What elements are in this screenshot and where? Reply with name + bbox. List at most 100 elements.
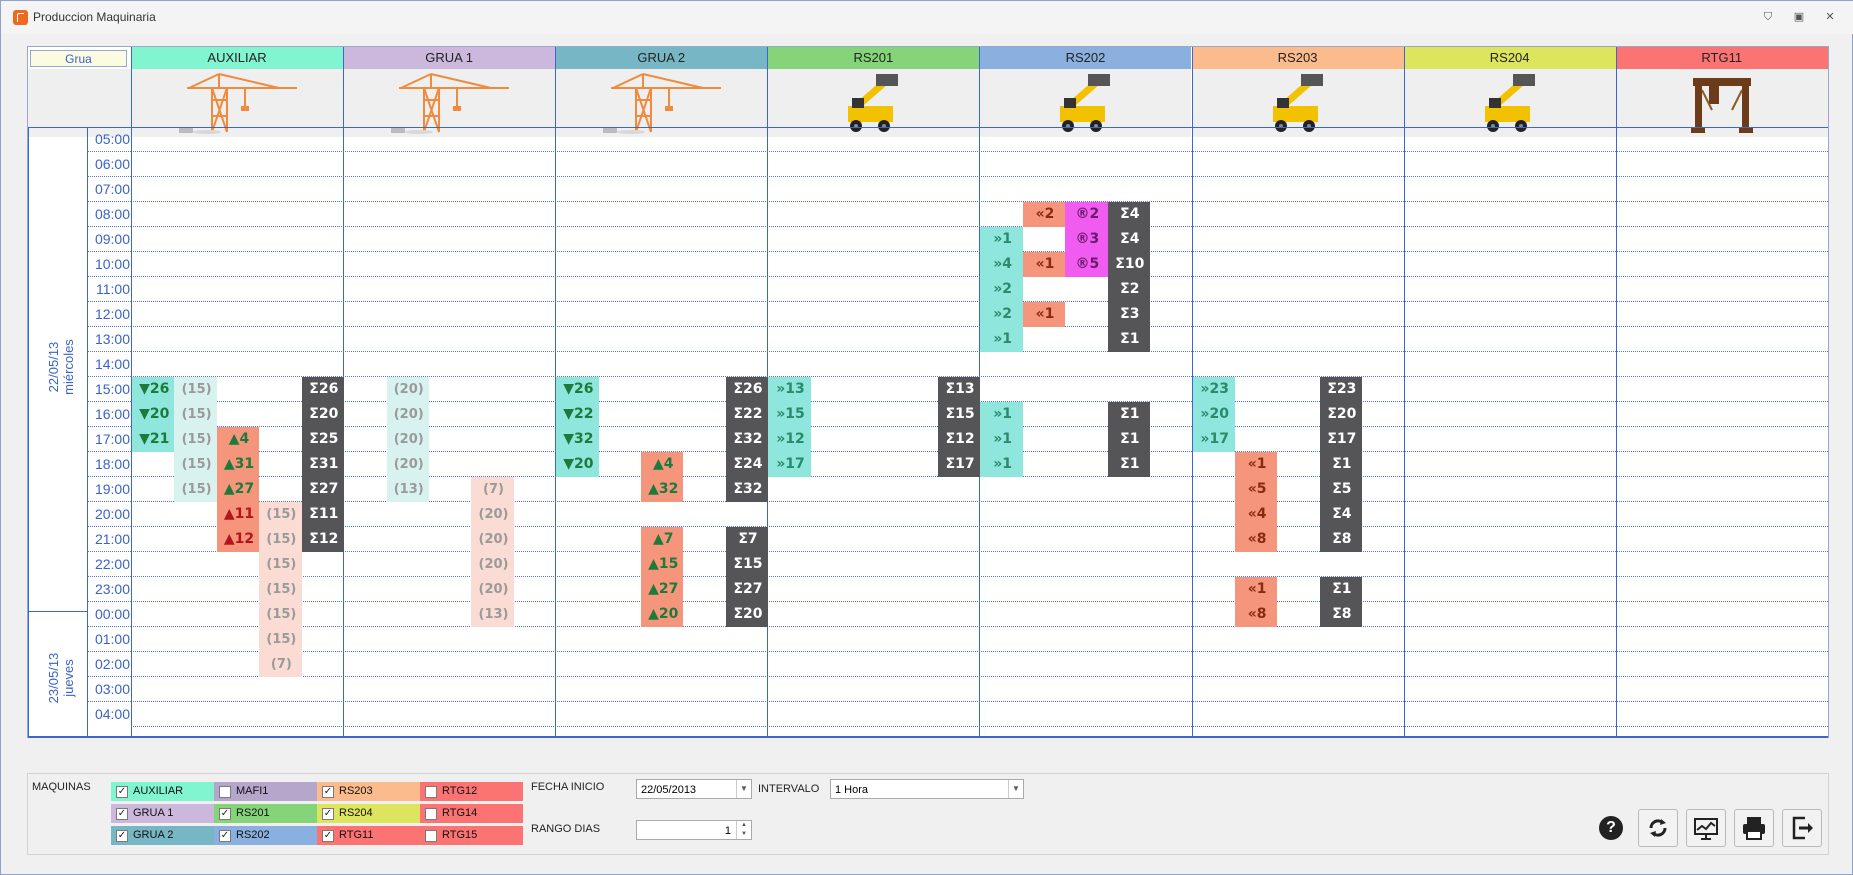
production-cell[interactable]: Σ26 — [725, 377, 769, 402]
production-cell[interactable]: ▼32 — [556, 427, 599, 452]
production-cell[interactable]: ▲32 — [641, 477, 684, 502]
production-cell[interactable]: Σ12 — [301, 527, 344, 552]
production-cell[interactable]: Σ32 — [725, 427, 769, 452]
production-cell[interactable]: (20) — [471, 527, 514, 552]
machine-header-0[interactable]: AUXILIAR — [131, 47, 344, 69]
machine-checkbox-1[interactable]: ✓ GRUA 1 — [111, 804, 214, 823]
production-cell[interactable]: Σ20 — [1319, 402, 1363, 427]
machine-header-6[interactable]: RS204 — [1403, 47, 1616, 69]
production-cell[interactable]: »1 — [980, 427, 1023, 452]
production-cell[interactable]: ▼26 — [132, 377, 175, 402]
production-cell[interactable]: (15) — [259, 627, 302, 652]
production-cell[interactable]: Σ15 — [937, 402, 981, 427]
production-cell[interactable]: (7) — [259, 652, 302, 677]
production-cell[interactable]: ▲27 — [641, 577, 684, 602]
print-button[interactable] — [1734, 809, 1774, 847]
production-cell[interactable]: (15) — [174, 452, 217, 477]
production-cell[interactable]: Σ3 — [1107, 302, 1150, 327]
machine-checkbox-8[interactable]: ✓ RTG11 — [317, 826, 420, 845]
machine-checkbox-0[interactable]: ✓ AUXILIAR — [111, 782, 214, 801]
close-button[interactable]: ✕ — [1819, 8, 1841, 26]
production-cell[interactable]: »2 — [980, 277, 1023, 302]
empty-checkbox-icon[interactable] — [219, 786, 231, 798]
production-cell[interactable]: »2 — [980, 302, 1023, 327]
production-cell[interactable]: »1 — [980, 227, 1023, 252]
production-cell[interactable]: Σ4 — [1107, 227, 1150, 252]
checkmark-icon[interactable]: ✓ — [116, 786, 128, 798]
production-cell[interactable]: ▲4 — [216, 427, 260, 452]
machine-checkbox-11[interactable]: RTG15 — [420, 826, 523, 845]
production-cell[interactable]: ▼20 — [556, 452, 599, 477]
production-cell[interactable]: Σ8 — [1319, 527, 1363, 552]
machine-header-5[interactable]: RS203 — [1191, 47, 1404, 69]
checkmark-icon[interactable]: ✓ — [219, 808, 231, 820]
fecha-inicio-field[interactable]: 22/05/2013 ▼ — [636, 779, 752, 799]
chevron-down-icon[interactable]: ▼ — [1008, 780, 1023, 798]
production-cell[interactable]: »15 — [768, 402, 811, 427]
production-cell[interactable]: Σ20 — [301, 402, 344, 427]
production-cell[interactable]: «2 — [1022, 202, 1066, 227]
production-cell[interactable]: Σ27 — [301, 477, 344, 502]
production-cell[interactable]: »1 — [980, 452, 1023, 477]
production-cell[interactable]: Σ1 — [1107, 427, 1150, 452]
production-cell[interactable]: Σ1 — [1107, 402, 1150, 427]
checkmark-icon[interactable]: ✓ — [322, 786, 334, 798]
production-cell[interactable]: Σ4 — [1319, 502, 1363, 527]
empty-checkbox-icon[interactable] — [425, 808, 437, 820]
intervalo-select[interactable]: 1 Hora ▼ — [830, 779, 1024, 799]
production-cell[interactable]: Σ10 — [1107, 252, 1150, 277]
production-cell[interactable]: »4 — [980, 252, 1023, 277]
checkmark-icon[interactable]: ✓ — [322, 808, 334, 820]
production-cell[interactable]: (15) — [259, 502, 302, 527]
production-cell[interactable]: (13) — [386, 477, 429, 502]
checkmark-icon[interactable]: ✓ — [219, 830, 231, 842]
production-cell[interactable]: (15) — [259, 552, 302, 577]
production-cell[interactable]: Σ22 — [725, 402, 769, 427]
production-cell[interactable]: Σ32 — [725, 477, 769, 502]
production-cell[interactable]: «1 — [1022, 252, 1066, 277]
pin-button[interactable]: ⛉ — [1757, 8, 1779, 26]
machine-header-1[interactable]: GRUA 1 — [343, 47, 556, 69]
production-cell[interactable]: (15) — [259, 577, 302, 602]
production-cell[interactable]: Σ13 — [937, 377, 981, 402]
checkmark-icon[interactable]: ✓ — [116, 830, 128, 842]
production-cell[interactable]: Σ7 — [725, 527, 769, 552]
production-cell[interactable]: «8 — [1234, 527, 1278, 552]
production-cell[interactable]: Σ27 — [725, 577, 769, 602]
production-cell[interactable]: Σ17 — [1319, 427, 1363, 452]
production-cell[interactable]: ®3 — [1065, 227, 1108, 252]
production-cell[interactable]: «1 — [1022, 302, 1066, 327]
production-cell[interactable]: (15) — [174, 477, 217, 502]
production-cell[interactable]: Σ1 — [1107, 327, 1150, 352]
empty-checkbox-icon[interactable] — [425, 786, 437, 798]
production-cell[interactable]: (7) — [471, 477, 514, 502]
production-cell[interactable]: (20) — [386, 452, 429, 477]
production-cell[interactable]: (15) — [174, 402, 217, 427]
production-cell[interactable]: (20) — [386, 427, 429, 452]
production-cell[interactable]: »17 — [1192, 427, 1235, 452]
production-cell[interactable]: Σ26 — [301, 377, 344, 402]
production-cell[interactable]: «8 — [1234, 602, 1278, 627]
production-cell[interactable]: (15) — [174, 427, 217, 452]
machine-header-4[interactable]: RS202 — [979, 47, 1192, 69]
production-cell[interactable]: Σ1 — [1107, 452, 1150, 477]
production-cell[interactable]: »13 — [768, 377, 811, 402]
rango-dias-stepper[interactable]: 1 ▲ ▼ — [636, 820, 752, 840]
production-cell[interactable]: Σ8 — [1319, 602, 1363, 627]
production-cell[interactable]: (15) — [259, 527, 302, 552]
machine-checkbox-2[interactable]: ✓ GRUA 2 — [111, 826, 214, 845]
production-cell[interactable]: Σ24 — [725, 452, 769, 477]
chevron-down-icon[interactable]: ▼ — [736, 780, 751, 798]
maximize-button[interactable]: ▣ — [1788, 8, 1810, 26]
production-cell[interactable]: ▲15 — [641, 552, 684, 577]
refresh-button[interactable] — [1638, 809, 1678, 847]
production-cell[interactable]: (15) — [174, 377, 217, 402]
production-cell[interactable]: »1 — [980, 402, 1023, 427]
production-cell[interactable]: (20) — [386, 402, 429, 427]
production-cell[interactable]: Σ1 — [1319, 577, 1363, 602]
production-cell[interactable]: ▼26 — [556, 377, 599, 402]
machine-checkbox-9[interactable]: RTG12 — [420, 782, 523, 801]
production-cell[interactable]: »17 — [768, 452, 811, 477]
production-cell[interactable]: ▼20 — [132, 402, 175, 427]
production-cell[interactable]: ▲27 — [216, 477, 260, 502]
